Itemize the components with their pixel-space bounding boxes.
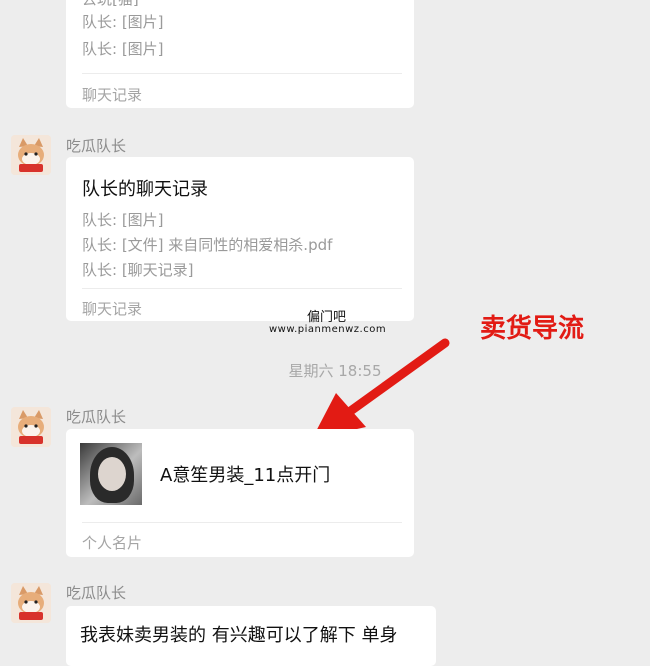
- forwarded-chat-card[interactable]: 队长的聊天记录 队长: [图片] 队长: [文件] 来自同性的相爱相杀.pdf …: [66, 157, 414, 321]
- card-title: 队长的聊天记录: [82, 179, 208, 200]
- contact-photo: [80, 443, 142, 505]
- card-footer-label: 聊天记录: [82, 300, 143, 318]
- card-divider: [82, 288, 402, 289]
- watermark-url: www.pianmenwz.com: [269, 324, 387, 335]
- card-divider: [82, 522, 402, 523]
- annotation-label: 卖货导流: [480, 314, 585, 344]
- card-line: 队长: [聊天记录]: [82, 261, 194, 279]
- avatar[interactable]: [11, 407, 51, 447]
- watermark-text: 偏门吧: [307, 310, 347, 325]
- card-line: 队长: [图片]: [82, 211, 164, 229]
- contact-card[interactable]: A意笙男装_11点开门 个人名片: [66, 429, 414, 557]
- card-line: 队长: [图片]: [82, 40, 164, 58]
- card-line: 队长: [文件] 来自同性的相爱相杀.pdf: [82, 236, 333, 254]
- shiba-avatar-icon: [11, 135, 51, 175]
- card-line-partial: 去玩[猫]: [82, 0, 139, 9]
- card-divider: [82, 73, 402, 74]
- card-footer-label: 聊天记录: [82, 86, 143, 104]
- avatar[interactable]: [11, 583, 51, 623]
- sender-name: 吃瓜队长: [66, 137, 127, 155]
- contact-name: A意笙男装_11点开门: [160, 465, 331, 486]
- forwarded-chat-card-top[interactable]: 去玩[猫] 队长: [图片] 队长: [图片] 聊天记录: [66, 0, 414, 108]
- card-footer-label: 个人名片: [82, 534, 143, 552]
- shiba-avatar-icon: [11, 583, 51, 623]
- message-bubble[interactable]: 我表妹卖男装的 有兴趣可以了解下 单身: [66, 606, 436, 666]
- timestamp: 星期六 18:55: [288, 362, 382, 380]
- sender-name: 吃瓜队长: [66, 408, 127, 426]
- shiba-avatar-icon: [11, 407, 51, 447]
- sender-name: 吃瓜队长: [66, 584, 127, 602]
- card-line: 队长: [图片]: [82, 13, 164, 31]
- message-text: 我表妹卖男装的 有兴趣可以了解下 单身: [80, 625, 398, 646]
- avatar[interactable]: [11, 135, 51, 175]
